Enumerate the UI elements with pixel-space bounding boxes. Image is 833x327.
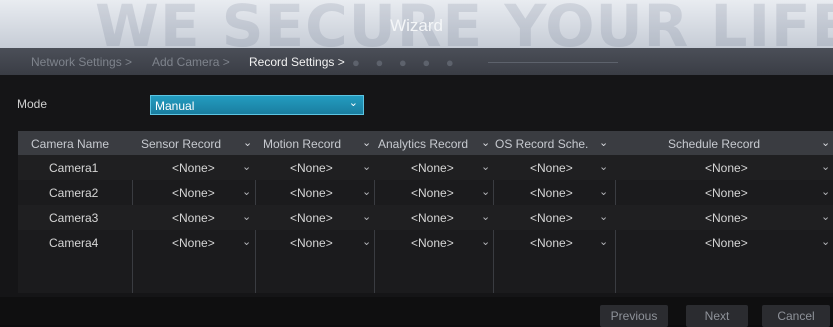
- header-schedule-record: Schedule Record: [668, 137, 761, 151]
- chevron-down-icon[interactable]: ⌄: [481, 210, 490, 223]
- chevron-down-icon[interactable]: ⌄: [821, 235, 830, 248]
- schedule-record-select[interactable]: <None>: [705, 161, 748, 175]
- step-record-settings[interactable]: Record Settings >: [249, 55, 345, 69]
- header-os-record-schedule: OS Record Sche.: [495, 137, 589, 151]
- table-header: Camera Name Sensor Record ⌄ Motion Recor…: [18, 131, 833, 155]
- header-analytics-record: Analytics Record: [378, 137, 469, 151]
- chevron-down-icon[interactable]: ⌄: [821, 210, 830, 223]
- analytics-record-select[interactable]: <None>: [411, 211, 454, 225]
- chevron-down-icon[interactable]: ⌄: [599, 185, 608, 198]
- chevron-down-icon[interactable]: ⌄: [599, 160, 608, 173]
- motion-record-select[interactable]: <None>: [290, 186, 333, 200]
- analytics-record-select[interactable]: <None>: [411, 236, 454, 250]
- record-settings-table: Camera Name Sensor Record ⌄ Motion Recor…: [18, 131, 833, 293]
- mode-label: Mode: [17, 97, 48, 111]
- header-sensor-record: Sensor Record: [141, 137, 222, 151]
- table-row: Camera2 <None> ⌄ <None> ⌄ <None> ⌄ <None…: [18, 180, 833, 205]
- schedule-record-select[interactable]: <None>: [705, 211, 748, 225]
- chevron-down-icon[interactable]: ⌄: [481, 185, 490, 198]
- cancel-button[interactable]: Cancel: [762, 305, 830, 327]
- chevron-down-icon[interactable]: ⌄: [242, 160, 251, 173]
- chevron-down-icon[interactable]: ⌄: [362, 210, 371, 223]
- analytics-record-select[interactable]: <None>: [411, 186, 454, 200]
- chevron-down-icon[interactable]: ⌄: [243, 136, 252, 149]
- sensor-record-select[interactable]: <None>: [172, 161, 215, 175]
- chevron-down-icon[interactable]: ⌄: [481, 160, 490, 173]
- mode-value: Manual: [155, 99, 195, 113]
- chevron-down-icon[interactable]: ⌄: [242, 210, 251, 223]
- chevron-down-icon[interactable]: ⌄: [362, 185, 371, 198]
- chevron-down-icon[interactable]: ⌄: [821, 185, 830, 198]
- step-network-settings[interactable]: Network Settings >: [31, 55, 132, 69]
- next-button[interactable]: Next: [686, 305, 748, 327]
- os-record-schedule-select[interactable]: <None>: [530, 161, 573, 175]
- motion-record-select[interactable]: <None>: [290, 236, 333, 250]
- chevron-down-icon[interactable]: ⌄: [481, 136, 490, 149]
- chevron-down-icon[interactable]: ⌄: [599, 210, 608, 223]
- table-row: Camera4 <None> ⌄ <None> ⌄ <None> ⌄ <None…: [18, 230, 833, 255]
- title-bar: WE SECURE YOUR LIFE Wizard: [0, 0, 833, 60]
- step-add-camera[interactable]: Add Camera >: [152, 55, 230, 69]
- motion-record-select[interactable]: <None>: [290, 211, 333, 225]
- sensor-record-select[interactable]: <None>: [172, 186, 215, 200]
- camera-name: Camera3: [49, 211, 99, 225]
- os-record-schedule-select[interactable]: <None>: [530, 211, 573, 225]
- camera-name: Camera4: [49, 236, 99, 250]
- chevron-down-icon: ⌄: [348, 97, 358, 109]
- header-motion-record: Motion Record: [263, 137, 342, 151]
- chevron-down-icon[interactable]: ⌄: [242, 235, 251, 248]
- camera-name: Camera1: [49, 161, 99, 175]
- chevron-down-icon[interactable]: ⌄: [362, 160, 371, 173]
- sensor-record-select[interactable]: <None>: [172, 236, 215, 250]
- chevron-down-icon[interactable]: ⌄: [362, 136, 371, 149]
- chevron-down-icon[interactable]: ⌄: [362, 235, 371, 248]
- analytics-record-select[interactable]: <None>: [411, 161, 454, 175]
- table-row: Camera1 <None> ⌄ <None> ⌄ <None> ⌄ <None…: [18, 155, 833, 180]
- window-title: Wizard: [390, 16, 443, 35]
- table-row: Camera3 <None> ⌄ <None> ⌄ <None> ⌄ <None…: [18, 205, 833, 230]
- motion-record-select[interactable]: <None>: [290, 161, 333, 175]
- decorative-dots: ● ● ● ● ●: [352, 55, 460, 70]
- decorative-line: [488, 62, 618, 63]
- wizard-steps: Network Settings > Add Camera > Record S…: [0, 48, 833, 75]
- schedule-record-select[interactable]: <None>: [705, 186, 748, 200]
- chevron-down-icon[interactable]: ⌄: [481, 235, 490, 248]
- chevron-down-icon[interactable]: ⌄: [599, 235, 608, 248]
- header-camera-name: Camera Name: [31, 137, 110, 151]
- schedule-record-select[interactable]: <None>: [705, 236, 748, 250]
- os-record-schedule-select[interactable]: <None>: [530, 186, 573, 200]
- chevron-down-icon[interactable]: ⌄: [821, 160, 830, 173]
- camera-name: Camera2: [49, 186, 99, 200]
- chevron-down-icon[interactable]: ⌄: [599, 136, 608, 149]
- previous-button[interactable]: Previous: [600, 305, 668, 327]
- table-body: Camera1 <None> ⌄ <None> ⌄ <None> ⌄ <None…: [18, 155, 833, 255]
- mode-dropdown[interactable]: Manual ⌄: [150, 95, 364, 115]
- chevron-down-icon[interactable]: ⌄: [242, 185, 251, 198]
- sensor-record-select[interactable]: <None>: [172, 211, 215, 225]
- os-record-schedule-select[interactable]: <None>: [530, 236, 573, 250]
- chevron-down-icon[interactable]: ⌄: [821, 136, 830, 149]
